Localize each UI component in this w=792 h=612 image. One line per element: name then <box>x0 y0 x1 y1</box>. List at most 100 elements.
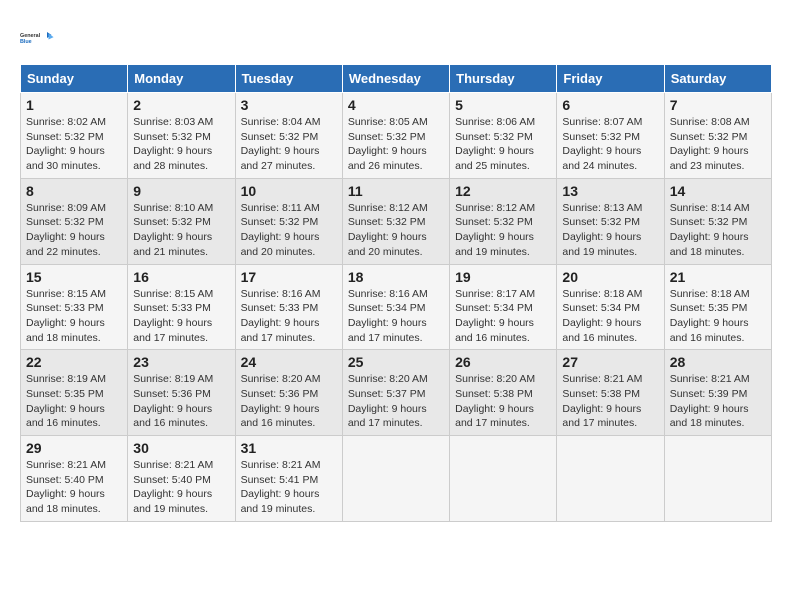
calendar-cell: 20Sunrise: 8:18 AMSunset: 5:34 PMDayligh… <box>557 264 664 350</box>
calendar-cell: 18 Sunrise: 8:16 AMSunset: 5:34 PMDayligh… <box>342 264 449 350</box>
day-number: 1 <box>26 97 122 113</box>
day-info: Sunrise: 8:06 AMSunset: 5:32 PMDaylight:… <box>455 115 551 174</box>
calendar-cell <box>342 436 449 522</box>
day-info: Sunrise: 8:16 AMSunset: 5:33 PMDaylight:… <box>241 287 337 346</box>
day-number: 7 <box>670 97 766 113</box>
day-info: Sunrise: 8:13 AMSunset: 5:32 PMDaylight:… <box>562 201 658 260</box>
day-number: 2 <box>133 97 229 113</box>
day-info: Sunrise: 8:04 AMSunset: 5:32 PMDaylight:… <box>241 115 337 174</box>
logo: GeneralBlue <box>20 20 56 56</box>
day-info: Sunrise: 8:21 AMSunset: 5:39 PMDaylight:… <box>670 372 766 431</box>
calendar-cell: 12Sunrise: 8:12 AMSunset: 5:32 PMDayligh… <box>450 178 557 264</box>
day-info: Sunrise: 8:20 AMSunset: 5:37 PMDaylight:… <box>348 372 444 431</box>
calendar-cell <box>557 436 664 522</box>
calendar-week-1: 1 Sunrise: 8:02 AMSunset: 5:32 PMDaylight… <box>21 93 772 179</box>
day-info: Sunrise: 8:05 AMSunset: 5:32 PMDaylight:… <box>348 115 444 174</box>
day-number: 26 <box>455 354 551 370</box>
svg-text:Blue: Blue <box>20 39 32 45</box>
day-info: Sunrise: 8:21 AMSunset: 5:40 PMDaylight:… <box>26 458 122 517</box>
calendar-cell: 22 Sunrise: 8:19 AMSunset: 5:35 PMDayligh… <box>21 350 128 436</box>
calendar-cell: 10 Sunrise: 8:11 AMSunset: 5:32 PMDayligh… <box>235 178 342 264</box>
day-info: Sunrise: 8:02 AMSunset: 5:32 PMDaylight:… <box>26 115 122 174</box>
calendar-table: SundayMondayTuesdayWednesdayThursdayFrid… <box>20 64 772 522</box>
calendar-cell: 23 Sunrise: 8:19 AMSunset: 5:36 PMDayligh… <box>128 350 235 436</box>
calendar-header-thursday: Thursday <box>450 65 557 93</box>
calendar-cell: 21 Sunrise: 8:18 AMSunset: 5:35 PMDayligh… <box>664 264 771 350</box>
day-info: Sunrise: 8:16 AMSunset: 5:34 PMDaylight:… <box>348 287 444 346</box>
day-number: 4 <box>348 97 444 113</box>
calendar-cell: 26 Sunrise: 8:20 AMSunset: 5:38 PMDayligh… <box>450 350 557 436</box>
day-info: Sunrise: 8:11 AMSunset: 5:32 PMDaylight:… <box>241 201 337 260</box>
calendar-header-monday: Monday <box>128 65 235 93</box>
day-number: 21 <box>670 269 766 285</box>
day-number: 30 <box>133 440 229 456</box>
calendar-cell: 25Sunrise: 8:20 AMSunset: 5:37 PMDayligh… <box>342 350 449 436</box>
calendar-cell: 5 Sunrise: 8:06 AMSunset: 5:32 PMDaylight… <box>450 93 557 179</box>
day-info: Sunrise: 8:14 AMSunset: 5:32 PMDaylight:… <box>670 201 766 260</box>
calendar-header-wednesday: Wednesday <box>342 65 449 93</box>
calendar-cell: 30 Sunrise: 8:21 AMSunset: 5:40 PMDayligh… <box>128 436 235 522</box>
day-info: Sunrise: 8:15 AMSunset: 5:33 PMDaylight:… <box>26 287 122 346</box>
calendar-cell: 28 Sunrise: 8:21 AMSunset: 5:39 PMDayligh… <box>664 350 771 436</box>
calendar-cell: 11 Sunrise: 8:12 AMSunset: 5:32 PMDayligh… <box>342 178 449 264</box>
calendar-cell: 14 Sunrise: 8:14 AMSunset: 5:32 PMDayligh… <box>664 178 771 264</box>
day-number: 14 <box>670 183 766 199</box>
calendar-cell: 13Sunrise: 8:13 AMSunset: 5:32 PMDayligh… <box>557 178 664 264</box>
day-info: Sunrise: 8:19 AMSunset: 5:36 PMDaylight:… <box>133 372 229 431</box>
calendar-cell: 3 Sunrise: 8:04 AMSunset: 5:32 PMDaylight… <box>235 93 342 179</box>
day-number: 31 <box>241 440 337 456</box>
calendar-cell: 17Sunrise: 8:16 AMSunset: 5:33 PMDayligh… <box>235 264 342 350</box>
calendar-cell: 1 Sunrise: 8:02 AMSunset: 5:32 PMDaylight… <box>21 93 128 179</box>
day-info: Sunrise: 8:21 AMSunset: 5:40 PMDaylight:… <box>133 458 229 517</box>
day-number: 28 <box>670 354 766 370</box>
day-number: 3 <box>241 97 337 113</box>
calendar-week-4: 22 Sunrise: 8:19 AMSunset: 5:35 PMDayligh… <box>21 350 772 436</box>
day-info: Sunrise: 8:09 AMSunset: 5:32 PMDaylight:… <box>26 201 122 260</box>
day-number: 24 <box>241 354 337 370</box>
day-info: Sunrise: 8:17 AMSunset: 5:34 PMDaylight:… <box>455 287 551 346</box>
calendar-cell: 19 Sunrise: 8:17 AMSunset: 5:34 PMDayligh… <box>450 264 557 350</box>
calendar-header-row: SundayMondayTuesdayWednesdayThursdayFrid… <box>21 65 772 93</box>
calendar-cell: 9 Sunrise: 8:10 AMSunset: 5:32 PMDaylight… <box>128 178 235 264</box>
calendar-week-3: 15Sunrise: 8:15 AMSunset: 5:33 PMDayligh… <box>21 264 772 350</box>
svg-text:General: General <box>20 33 41 39</box>
day-number: 12 <box>455 183 551 199</box>
day-number: 8 <box>26 183 122 199</box>
calendar-cell <box>664 436 771 522</box>
day-number: 23 <box>133 354 229 370</box>
day-info: Sunrise: 8:18 AMSunset: 5:35 PMDaylight:… <box>670 287 766 346</box>
day-info: Sunrise: 8:08 AMSunset: 5:32 PMDaylight:… <box>670 115 766 174</box>
calendar-cell: 29 Sunrise: 8:21 AMSunset: 5:40 PMDayligh… <box>21 436 128 522</box>
day-number: 10 <box>241 183 337 199</box>
calendar-header-tuesday: Tuesday <box>235 65 342 93</box>
day-info: Sunrise: 8:15 AMSunset: 5:33 PMDaylight:… <box>133 287 229 346</box>
day-number: 9 <box>133 183 229 199</box>
calendar-cell: 31 Sunrise: 8:21 AMSunset: 5:41 PMDayligh… <box>235 436 342 522</box>
calendar-week-5: 29 Sunrise: 8:21 AMSunset: 5:40 PMDayligh… <box>21 436 772 522</box>
day-info: Sunrise: 8:12 AMSunset: 5:32 PMDaylight:… <box>348 201 444 260</box>
day-number: 20 <box>562 269 658 285</box>
calendar-cell: 2Sunrise: 8:03 AMSunset: 5:32 PMDaylight… <box>128 93 235 179</box>
day-number: 5 <box>455 97 551 113</box>
day-number: 11 <box>348 183 444 199</box>
day-info: Sunrise: 8:20 AMSunset: 5:38 PMDaylight:… <box>455 372 551 431</box>
day-info: Sunrise: 8:19 AMSunset: 5:35 PMDaylight:… <box>26 372 122 431</box>
day-number: 22 <box>26 354 122 370</box>
day-number: 18 <box>348 269 444 285</box>
header: GeneralBlue <box>20 20 772 56</box>
calendar-week-2: 8 Sunrise: 8:09 AMSunset: 5:32 PMDaylight… <box>21 178 772 264</box>
day-info: Sunrise: 8:10 AMSunset: 5:32 PMDaylight:… <box>133 201 229 260</box>
day-number: 16 <box>133 269 229 285</box>
calendar-cell: 7 Sunrise: 8:08 AMSunset: 5:32 PMDaylight… <box>664 93 771 179</box>
calendar-cell: 8 Sunrise: 8:09 AMSunset: 5:32 PMDaylight… <box>21 178 128 264</box>
calendar-cell: 27Sunrise: 8:21 AMSunset: 5:38 PMDayligh… <box>557 350 664 436</box>
day-info: Sunrise: 8:21 AMSunset: 5:41 PMDaylight:… <box>241 458 337 517</box>
day-number: 6 <box>562 97 658 113</box>
day-number: 19 <box>455 269 551 285</box>
day-info: Sunrise: 8:21 AMSunset: 5:38 PMDaylight:… <box>562 372 658 431</box>
calendar-cell: 16 Sunrise: 8:15 AMSunset: 5:33 PMDayligh… <box>128 264 235 350</box>
calendar-cell: 4 Sunrise: 8:05 AMSunset: 5:32 PMDaylight… <box>342 93 449 179</box>
day-number: 29 <box>26 440 122 456</box>
calendar-cell: 24 Sunrise: 8:20 AMSunset: 5:36 PMDayligh… <box>235 350 342 436</box>
day-info: Sunrise: 8:20 AMSunset: 5:36 PMDaylight:… <box>241 372 337 431</box>
